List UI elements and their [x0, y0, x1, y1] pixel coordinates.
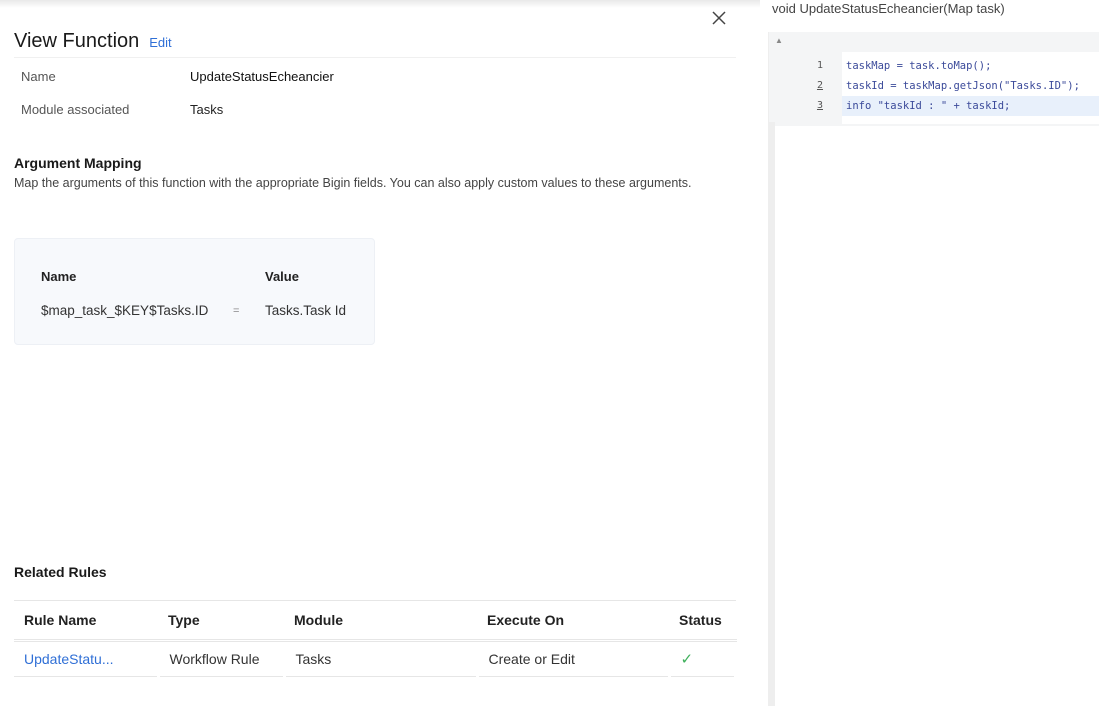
arg-col-value: Value	[265, 269, 299, 284]
name-label: Name	[21, 69, 56, 84]
code-line-text: taskMap = task.toMap();	[846, 60, 992, 72]
rule-status-cell: ✓	[669, 640, 737, 677]
related-rules-table: Rule Name Type Module Execute On Status …	[14, 600, 737, 677]
argument-mapping-title: Argument Mapping	[14, 155, 142, 171]
col-module: Module	[284, 600, 477, 642]
col-rule-name: Rule Name	[14, 600, 158, 642]
code-line: taskMap = task.toMap();	[842, 56, 1099, 76]
panel-header: View Function Edit	[14, 30, 736, 58]
col-execute-on: Execute On	[477, 600, 669, 642]
module-label: Module associated	[21, 102, 130, 117]
rule-execute-on: Create or Edit	[477, 640, 671, 677]
line-number: 2	[816, 80, 823, 91]
editor-gutter-strip	[769, 122, 775, 706]
code-line-active: info "taskId : " + taskId;	[842, 96, 1099, 116]
page-title: View Function	[14, 30, 140, 52]
arg-name: $map_task_$KEY$Tasks.ID	[41, 303, 209, 318]
view-function-panel: View Function Edit Name UpdateStatusEche…	[0, 0, 760, 706]
code-line-text: taskId = taskMap.getJson("Tasks.ID");	[846, 80, 1080, 92]
code-line-text: info "taskId : " + taskId;	[846, 100, 1011, 112]
edit-link[interactable]: Edit	[149, 35, 171, 50]
function-signature: void UpdateStatusEcheancier(Map task)	[772, 1, 1005, 16]
related-rules-title: Related Rules	[14, 564, 107, 580]
table-row: UpdateStatu... Workflow Rule Tasks Creat…	[14, 640, 737, 677]
line-number: 1	[816, 60, 823, 71]
code-panel: void UpdateStatusEcheancier(Map task) ▲ …	[760, 0, 1099, 706]
function-name-value: UpdateStatusEcheancier	[190, 69, 334, 84]
close-icon[interactable]	[709, 8, 729, 28]
rule-type: Workflow Rule	[158, 640, 286, 677]
rule-name-link[interactable]: UpdateStatu...	[14, 640, 160, 677]
table-header-row: Rule Name Type Module Execute On Status	[14, 600, 736, 642]
arg-equals: =	[233, 305, 240, 317]
info-row-name: Name UpdateStatusEcheancier	[21, 69, 334, 84]
argument-mapping-box: Name Value $map_task_$KEY$Tasks.ID = Tas…	[14, 238, 375, 345]
panel-top-shadow	[0, 0, 760, 8]
scroll-up-icon[interactable]: ▲	[775, 36, 783, 45]
module-value: Tasks	[190, 102, 224, 117]
arg-col-name: Name	[41, 269, 77, 284]
line-number: 3	[816, 100, 823, 111]
col-status: Status	[669, 600, 736, 642]
code-body[interactable]: taskMap = task.toMap(); taskId = taskMap…	[842, 52, 1099, 124]
col-type: Type	[158, 600, 284, 642]
code-editor[interactable]: ▲ 1 2 3 taskMap = task.toMap(); taskId =…	[768, 32, 1099, 706]
check-icon: ✓	[680, 651, 694, 668]
code-line: taskId = taskMap.getJson("Tasks.ID");	[842, 76, 1099, 96]
rule-module: Tasks	[284, 640, 479, 677]
arg-value: Tasks.Task Id	[265, 303, 347, 318]
info-row-module: Module associated Tasks	[21, 102, 223, 117]
argument-mapping-description: Map the arguments of this function with …	[14, 176, 692, 190]
